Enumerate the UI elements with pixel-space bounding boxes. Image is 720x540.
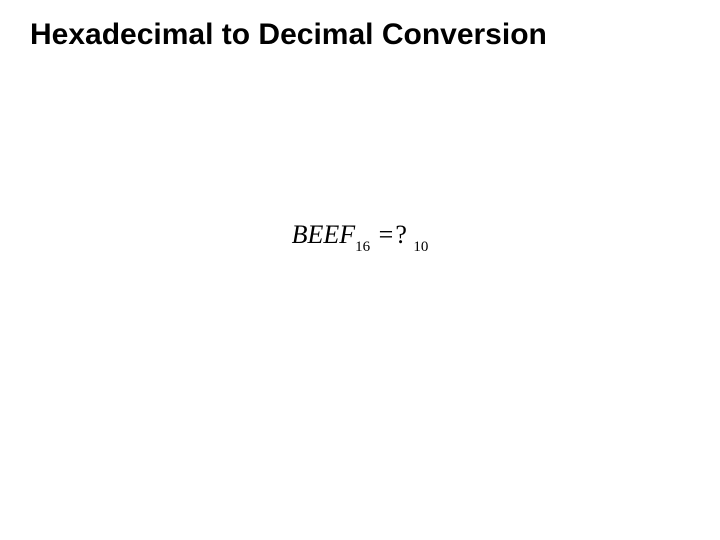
lhs-base: 16: [355, 239, 370, 255]
rhs-base: 10: [413, 239, 428, 255]
page-title: Hexadecimal to Decimal Conversion: [30, 18, 547, 52]
rhs-value: ?: [395, 220, 407, 249]
equals-sign: =: [372, 220, 393, 249]
lhs-value: BEEF: [292, 220, 356, 249]
conversion-equation: BEEF16 =? 10: [0, 220, 720, 254]
